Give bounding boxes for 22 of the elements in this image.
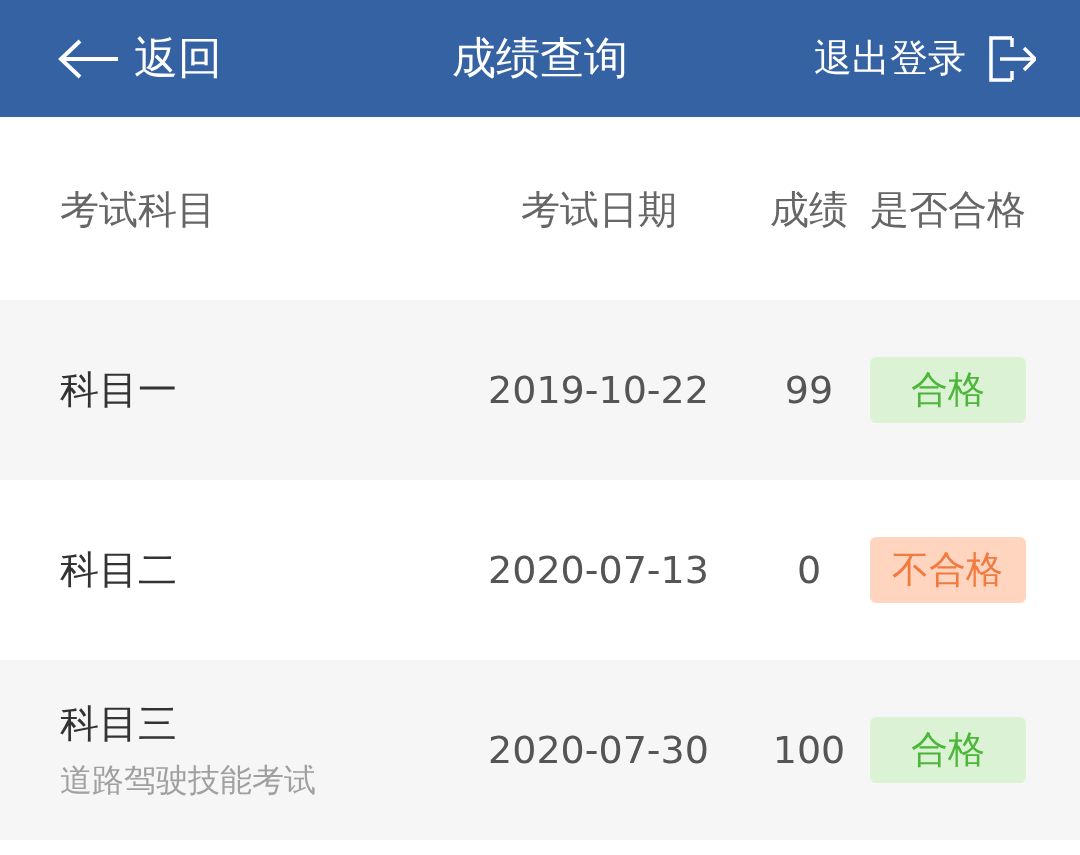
score: 100 <box>772 728 846 772</box>
logout-icon <box>988 35 1036 82</box>
column-header: 成绩 <box>770 186 848 234</box>
page-title: 成绩查询 <box>452 31 628 85</box>
column-header: 考试科目 <box>60 186 217 234</box>
exam-date: 2020-07-13 <box>488 548 709 592</box>
result-tag: 不合格 <box>869 537 1026 603</box>
subject-name: 科目二 <box>60 546 178 594</box>
back-arrow-icon <box>58 38 120 79</box>
result-tag: 合格 <box>869 717 1026 783</box>
column-header: 是否合格 <box>869 186 1026 234</box>
score: 0 <box>796 548 822 592</box>
result-tag: 合格 <box>869 357 1026 423</box>
back-button[interactable]: 返回 <box>58 29 222 88</box>
subject-name: 科目一 <box>60 366 178 414</box>
score: 99 <box>784 368 834 412</box>
subject-name: 科目三 <box>60 700 178 748</box>
column-header: 考试日期 <box>520 186 677 234</box>
subject-description: 道路驾驶技能考试 <box>60 760 317 801</box>
exam-date: 2020-07-30 <box>488 728 709 772</box>
logout-button[interactable]: 退出登录 <box>814 33 1036 84</box>
exam-date: 2019-10-22 <box>488 368 709 412</box>
